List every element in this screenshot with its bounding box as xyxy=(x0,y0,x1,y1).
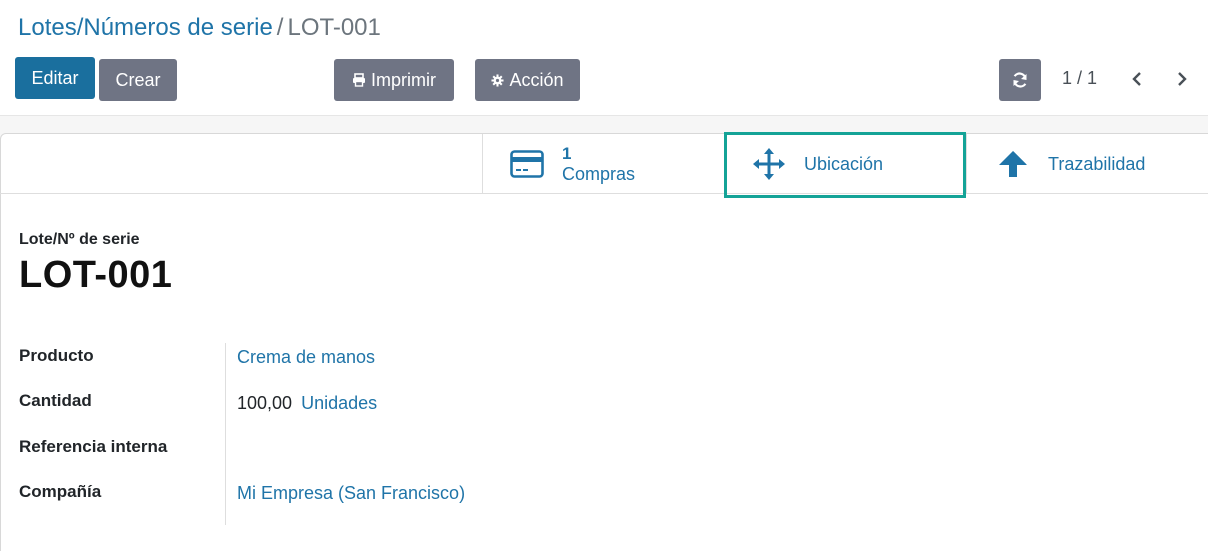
arrow-up-icon xyxy=(996,150,1030,178)
action-button[interactable]: Acción xyxy=(475,59,580,101)
purchases-smart-button-text: 1 Compras xyxy=(562,144,635,184)
create-button[interactable]: Crear xyxy=(99,59,177,101)
product-link[interactable]: Crema de manos xyxy=(237,347,375,367)
company-label: Compañía xyxy=(19,482,102,501)
chevron-right-icon xyxy=(1176,71,1188,87)
form-sheet xyxy=(0,133,1208,551)
traceability-label: Trazabilidad xyxy=(1048,153,1146,174)
breadcrumb: Lotes/Números de serie / LOT-001 xyxy=(18,14,381,42)
breadcrumb-current: LOT-001 xyxy=(287,14,381,41)
arrows-move-icon xyxy=(752,147,786,180)
product-value: Crema de manos xyxy=(237,347,375,368)
traceability-smart-button[interactable]: Trazabilidad xyxy=(966,134,1208,193)
location-label: Ubicación xyxy=(804,153,884,174)
purchases-count: 1 xyxy=(562,143,572,163)
control-panel: Lotes/Números de serie / LOT-001 Editar Cr… xyxy=(0,0,1208,116)
pager-next[interactable] xyxy=(1171,66,1193,92)
company-link[interactable]: Mi Empresa (San Francisco) xyxy=(237,483,465,503)
edit-button-label: Editar xyxy=(31,67,79,88)
company-value: Mi Empresa (San Francisco) xyxy=(237,483,465,504)
print-icon xyxy=(352,73,366,87)
refresh-button[interactable] xyxy=(999,59,1041,101)
lot-title: LOT-001 xyxy=(19,254,173,296)
print-button[interactable]: Imprimir xyxy=(334,59,454,101)
action-button-label: Acción xyxy=(509,69,564,90)
quantity-uom-link[interactable]: Unidades xyxy=(301,393,377,413)
pager-previous[interactable] xyxy=(1126,66,1148,92)
quantity-number: 100,00 xyxy=(237,393,293,413)
purchases-label: Compras xyxy=(562,163,636,184)
button-box-divider xyxy=(0,193,1208,194)
credit-card-icon xyxy=(510,149,544,178)
print-button-label: Imprimir xyxy=(371,69,436,90)
product-label: Producto xyxy=(19,346,94,365)
internal-reference-label: Referencia interna xyxy=(19,437,168,456)
location-smart-button[interactable]: Ubicación xyxy=(724,134,966,193)
pager-value: 1 / 1 xyxy=(1062,68,1098,88)
breadcrumb-parent-link[interactable]: Lotes/Números de serie xyxy=(18,14,273,41)
quantity-value: 100,00 Unidades xyxy=(237,393,377,414)
create-button-label: Crear xyxy=(115,69,161,90)
refresh-icon xyxy=(1011,71,1029,89)
gear-icon xyxy=(491,73,505,87)
chevron-left-icon xyxy=(1131,71,1143,87)
purchases-smart-button[interactable]: 1 Compras xyxy=(482,134,724,193)
breadcrumb-separator: / xyxy=(276,14,284,41)
quantity-label: Cantidad xyxy=(19,391,92,410)
edit-button[interactable]: Editar xyxy=(15,57,95,99)
lot-title-label: Lote/Nº de serie xyxy=(19,231,140,248)
field-column-divider xyxy=(225,343,226,525)
